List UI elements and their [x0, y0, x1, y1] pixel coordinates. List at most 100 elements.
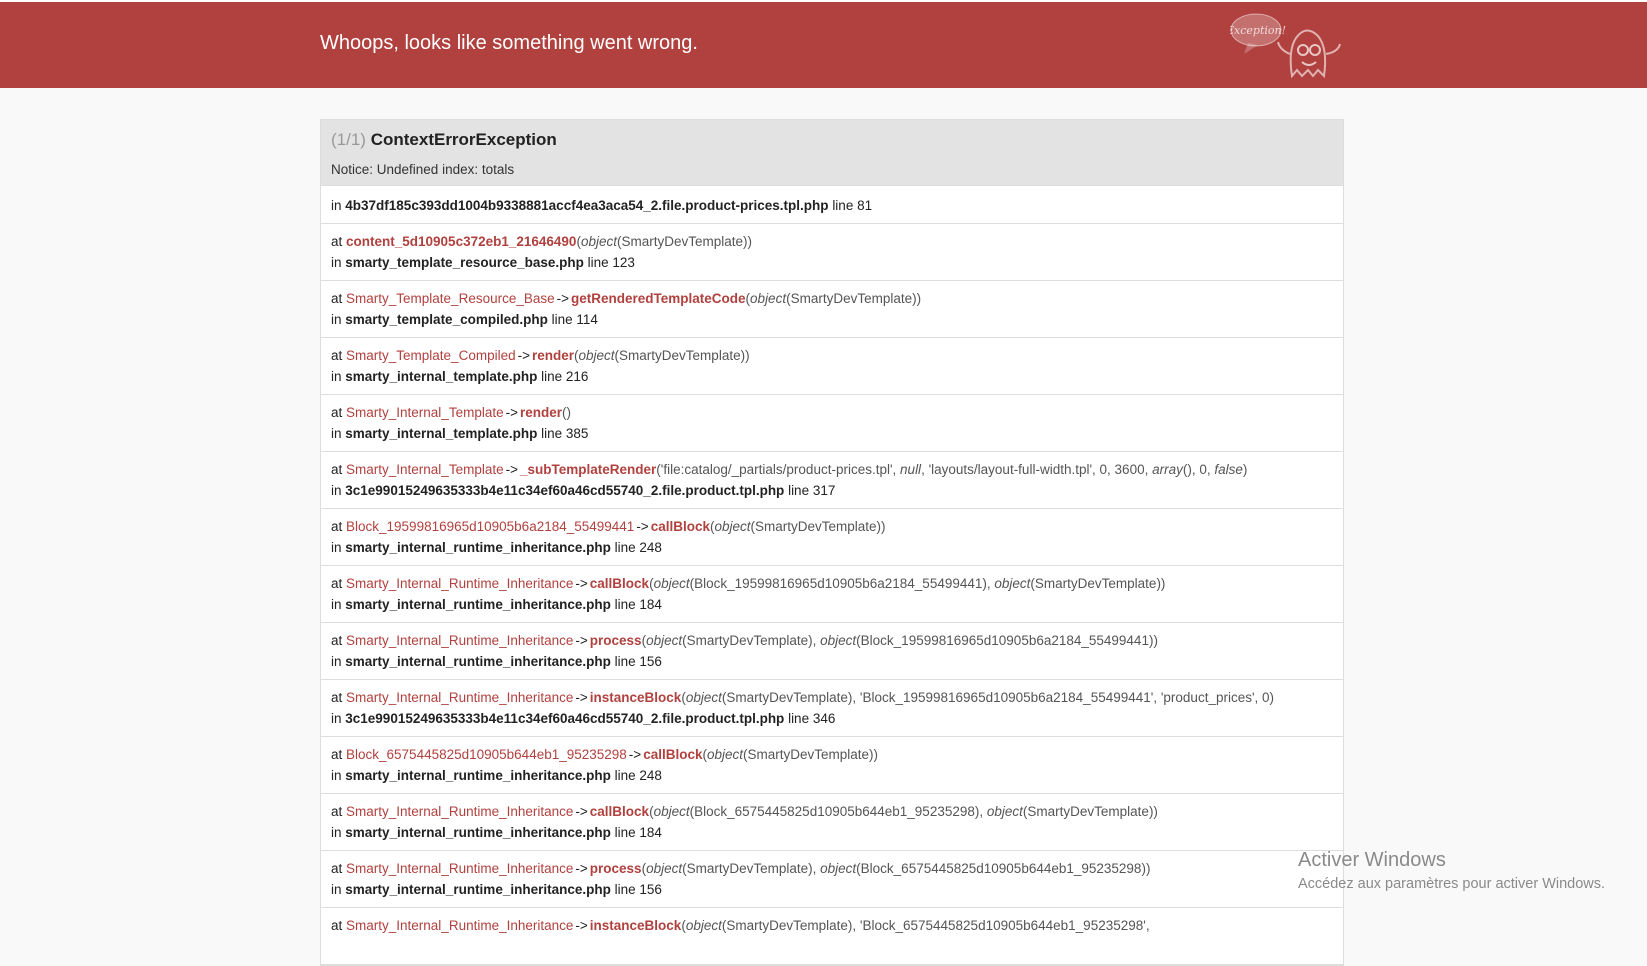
arrow-symbol: -> — [636, 519, 649, 534]
arrow-symbol: -> — [517, 348, 530, 363]
trace-class-link[interactable]: Smarty_Internal_Template — [346, 405, 504, 420]
trace-call: at content_5d10905c372eb1_21646490(objec… — [331, 231, 1333, 252]
svg-text:Exception!: Exception! — [1230, 24, 1286, 37]
trace-arguments: (object(SmartyDevTemplate)) — [574, 348, 750, 363]
in-label: in — [331, 825, 346, 840]
exception-title: (1/1) ContextErrorException — [331, 130, 1333, 150]
trace-call: at Smarty_Internal_Runtime_Inheritance ->… — [331, 915, 1333, 936]
arrow-symbol: -> — [575, 576, 588, 591]
at-label: at — [331, 348, 347, 363]
trace-row: at Smarty_Internal_Runtime_Inheritance ->… — [321, 680, 1343, 737]
trace-arguments: (object(Block_19599816965d10905b6a2184_5… — [649, 576, 1166, 591]
in-label: in — [331, 426, 346, 441]
trace-class-link[interactable]: Smarty_Internal_Runtime_Inheritance — [346, 690, 573, 705]
trace-row: at Block_19599816965d10905b6a2184_554994… — [321, 509, 1343, 566]
trace-function-link[interactable]: instanceBlock — [590, 918, 682, 933]
trace-arguments: (object(Block_6575445825d10905b644eb1_95… — [649, 804, 1158, 819]
arrow-symbol: -> — [575, 804, 588, 819]
trace-location: in smarty_internal_template.php line 216 — [331, 366, 1333, 387]
line-number: line 385 — [537, 426, 589, 441]
trace-class-link[interactable]: Block_19599816965d10905b6a2184_55499441 — [346, 519, 634, 534]
trace-class-link[interactable]: Smarty_Template_Resource_Base — [346, 291, 555, 306]
trace-location: in 3c1e99015249635333b4e11c34ef60a46cd55… — [331, 480, 1333, 501]
line-number: line 216 — [537, 369, 589, 384]
arrow-symbol: -> — [505, 405, 518, 420]
trace-class-link[interactable]: Smarty_Internal_Runtime_Inheritance — [346, 918, 573, 933]
trace-arguments: (object(SmartyDevTemplate), object(Block… — [641, 861, 1151, 876]
trace-class-link[interactable]: Smarty_Template_Compiled — [346, 348, 516, 363]
line-number: line 248 — [610, 768, 662, 783]
trace-function-link[interactable]: callBlock — [590, 576, 649, 591]
trace-call: at Smarty_Internal_Runtime_Inheritance ->… — [331, 573, 1333, 594]
file-name: 4b37df185c393dd1004b9338881accf4ea3aca54… — [345, 198, 829, 213]
trace-arguments: (object(SmartyDevTemplate), 'Block_19599… — [681, 690, 1275, 705]
trace-location: in smarty_internal_runtime_inheritance.p… — [331, 822, 1333, 843]
trace-row: at content_5d10905c372eb1_21646490(objec… — [321, 224, 1343, 281]
trace-row: at Smarty_Internal_Runtime_Inheritance ->… — [321, 851, 1343, 908]
trace-function-link[interactable]: instanceBlock — [590, 690, 682, 705]
trace-class-link[interactable]: Smarty_Internal_Runtime_Inheritance — [346, 633, 573, 648]
file-name: smarty_internal_template.php — [345, 426, 538, 441]
trace-call: at Smarty_Internal_Runtime_Inheritance ->… — [331, 687, 1333, 708]
trace-arguments: (object(SmartyDevTemplate)) — [702, 747, 879, 762]
trace-function-link[interactable]: process — [590, 861, 642, 876]
exception-location: in 4b37df185c393dd1004b9338881accf4ea3ac… — [321, 186, 1343, 224]
trace-function-link[interactable]: process — [590, 633, 642, 648]
trace-class-link[interactable]: Smarty_Internal_Template — [346, 462, 504, 477]
line-number: line 123 — [583, 255, 635, 270]
trace-call: at Smarty_Internal_Template -> _subTemplat… — [331, 459, 1333, 480]
trace-function-link[interactable]: callBlock — [651, 519, 710, 534]
file-name: smarty_internal_template.php — [345, 369, 538, 384]
trace-row: at Smarty_Internal_Runtime_Inheritance ->… — [321, 908, 1343, 965]
trace-location: in 3c1e99015249635333b4e11c34ef60a46cd55… — [331, 708, 1333, 729]
exception-count: (1/1) — [331, 130, 366, 149]
trace-row: at Smarty_Internal_Runtime_Inheritance ->… — [321, 794, 1343, 851]
file-name: smarty_template_compiled.php — [345, 312, 548, 327]
page-title: Whoops, looks like something went wrong. — [320, 32, 698, 54]
trace-call: at Smarty_Internal_Runtime_Inheritance ->… — [331, 630, 1333, 651]
trace-arguments: (object(SmartyDevTemplate)) — [745, 291, 922, 306]
trace-class-link[interactable]: Smarty_Internal_Runtime_Inheritance — [346, 861, 573, 876]
at-label: at — [331, 861, 347, 876]
trace-call: at Block_6575445825d10905b644eb1_9523529… — [331, 744, 1333, 765]
in-label: in — [331, 198, 342, 213]
trace-function-link[interactable]: _subTemplateRender — [520, 462, 656, 477]
watermark-subtitle: Accédez aux paramètres pour activer Wind… — [1298, 876, 1606, 892]
at-label: at — [331, 462, 347, 477]
trace-function-link[interactable]: render — [520, 405, 562, 420]
trace-location: in smarty_internal_runtime_inheritance.p… — [331, 537, 1333, 558]
watermark-title: Activer Windows — [1298, 849, 1446, 871]
trace-arguments: (object(SmartyDevTemplate), object(Block… — [641, 633, 1158, 648]
file-name: smarty_internal_runtime_inheritance.php — [345, 654, 611, 669]
trace-function-link[interactable]: render — [532, 348, 574, 363]
file-name: smarty_internal_runtime_inheritance.php — [345, 882, 611, 897]
trace-row: at Smarty_Template_Compiled -> render(obje… — [321, 338, 1343, 395]
trace-row: at Smarty_Internal_Runtime_Inheritance ->… — [321, 566, 1343, 623]
trace-location: in smarty_internal_template.php line 385 — [331, 423, 1333, 444]
arrow-symbol: -> — [575, 690, 588, 705]
at-label: at — [331, 633, 347, 648]
line-number: line 81 — [832, 198, 873, 213]
trace-function-link[interactable]: callBlock — [590, 804, 649, 819]
trace-function-link[interactable]: content_5d10905c372eb1_21646490 — [346, 234, 576, 249]
at-label: at — [331, 519, 347, 534]
trace-call: at Smarty_Template_Compiled -> render(obje… — [331, 345, 1333, 366]
line-number: line 156 — [610, 882, 662, 897]
trace-arguments: ('file:catalog/_partials/product-prices.… — [656, 462, 1248, 477]
trace-class-link[interactable]: Block_6575445825d10905b644eb1_95235298 — [346, 747, 627, 762]
ghost-exception-icon: Exception! — [1230, 13, 1341, 79]
line-number: line 248 — [610, 540, 662, 555]
trace-location: in smarty_template_resource_base.php lin… — [331, 252, 1333, 273]
trace-call: at Block_19599816965d10905b6a2184_554994… — [331, 516, 1333, 537]
file-name: smarty_template_resource_base.php — [345, 255, 584, 270]
trace-class-link[interactable]: Smarty_Internal_Runtime_Inheritance — [346, 804, 573, 819]
trace-row: at Smarty_Internal_Runtime_Inheritance ->… — [321, 623, 1343, 680]
trace-function-link[interactable]: callBlock — [643, 747, 702, 762]
trace-call: at Smarty_Template_Resource_Base -> getRen… — [331, 288, 1333, 309]
trace-class-link[interactable]: Smarty_Internal_Runtime_Inheritance — [346, 576, 573, 591]
trace-arguments: () — [562, 405, 572, 420]
at-label: at — [331, 804, 347, 819]
exception-panel: (1/1) ContextErrorException Notice: Unde… — [320, 119, 1344, 966]
trace-function-link[interactable]: getRenderedTemplateCode — [571, 291, 746, 306]
at-label: at — [331, 405, 347, 420]
